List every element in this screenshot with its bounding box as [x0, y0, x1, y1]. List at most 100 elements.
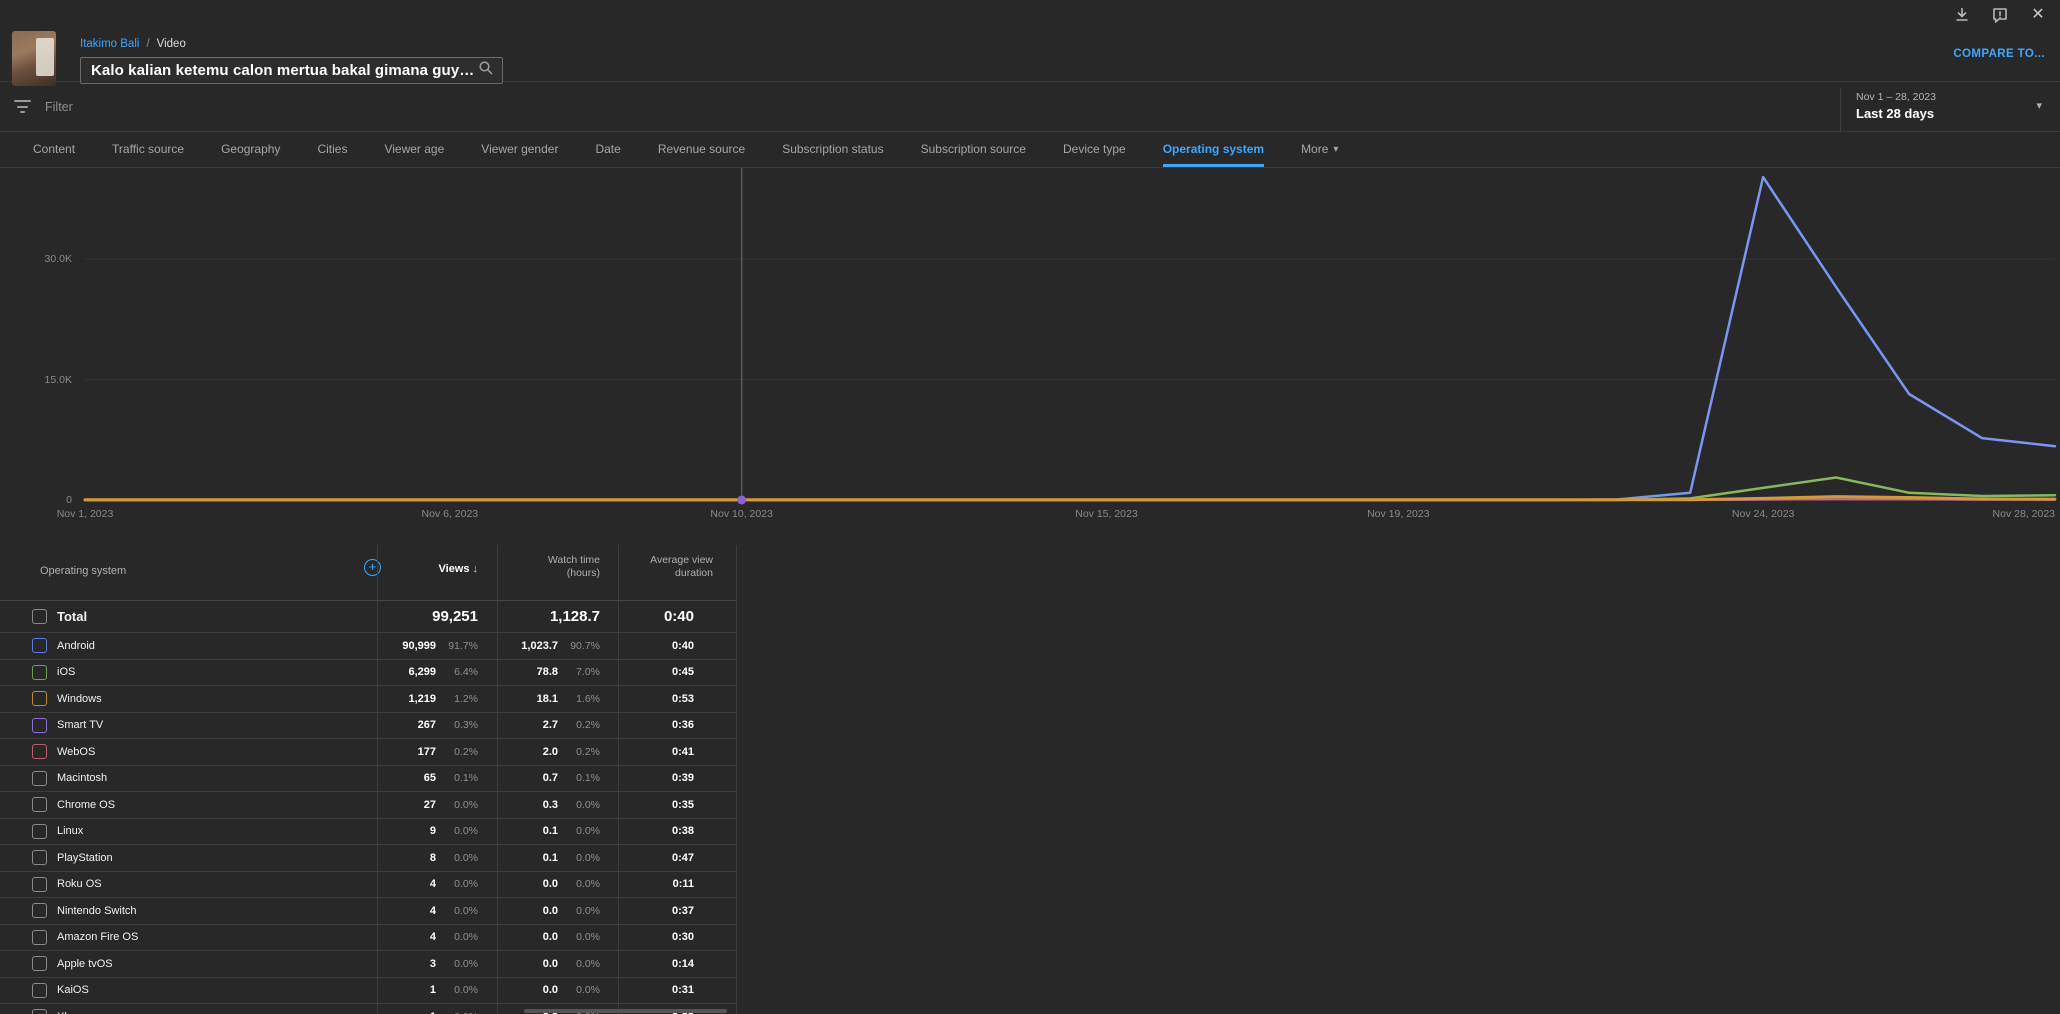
- watch-time-value: 0.0: [543, 958, 558, 970]
- table-row-apple-tvos[interactable]: Apple tvOS30.0%0.00.0%0:14: [0, 951, 737, 978]
- tab-content[interactable]: Content: [33, 132, 75, 167]
- y-axis-label: 30.0K: [12, 253, 72, 265]
- watch-time-percent: 0.0%: [558, 984, 600, 996]
- table-row-android[interactable]: Android90,99991.7%1,023.790.7%0:40: [0, 633, 737, 660]
- watch-time-value: 0.0: [543, 984, 558, 996]
- watch-time-value: 1,023.7: [521, 640, 558, 652]
- table-row-ios[interactable]: iOS6,2996.4%78.87.0%0:45: [0, 660, 737, 687]
- tab-viewer-age[interactable]: Viewer age: [384, 132, 444, 167]
- breadcrumb-channel-link[interactable]: Itakimo Bali: [80, 38, 139, 50]
- os-name: Macintosh: [57, 772, 107, 784]
- column-header-views[interactable]: Views↓: [377, 563, 497, 575]
- x-axis-label: Nov 1, 2023: [57, 508, 114, 520]
- row-checkbox[interactable]: [32, 797, 47, 812]
- table-row-nintendo-switch[interactable]: Nintendo Switch40.0%0.00.0%0:37: [0, 898, 737, 925]
- watch-time-percent: 0.0%: [558, 799, 600, 811]
- watch-time-percent: 0.0%: [558, 878, 600, 890]
- total-row-checkbox[interactable]: [32, 609, 47, 624]
- video-title: Kalo kalian ketemu calon mertua bakal gi…: [91, 62, 478, 79]
- tab-date[interactable]: Date: [595, 132, 620, 167]
- table-row-total[interactable]: Total 99,251 1,128.7 0:40: [0, 601, 737, 633]
- row-checkbox[interactable]: [32, 930, 47, 945]
- publish-date-marker-dot: [737, 496, 746, 505]
- views-percent: 0.0%: [436, 931, 478, 943]
- watch-time-value: 18.1: [537, 693, 558, 705]
- tab-subscription-source[interactable]: Subscription source: [921, 132, 1026, 167]
- row-checkbox[interactable]: [32, 771, 47, 786]
- horizontal-scrollbar[interactable]: [524, 1009, 727, 1013]
- row-checkbox[interactable]: [32, 903, 47, 918]
- breadcrumb: Itakimo Bali / Video: [80, 38, 186, 50]
- tab-more[interactable]: More ▾: [1301, 132, 1338, 167]
- dimension-tab-bar: Content Traffic source Geography Cities View…: [0, 132, 2060, 168]
- row-checkbox[interactable]: [32, 744, 47, 759]
- row-checkbox[interactable]: [32, 691, 47, 706]
- row-checkbox[interactable]: [32, 850, 47, 865]
- filter-button[interactable]: Filter: [14, 82, 73, 131]
- row-checkbox[interactable]: [32, 1009, 47, 1014]
- table-row-linux[interactable]: Linux90.0%0.10.0%0:38: [0, 819, 737, 846]
- table-row-smart-tv[interactable]: Smart TV2670.3%2.70.2%0:36: [0, 713, 737, 740]
- views-percent: 0.3%: [436, 719, 478, 731]
- views-percent: 6.4%: [436, 666, 478, 678]
- table-row-macintosh[interactable]: Macintosh650.1%0.70.1%0:39: [0, 766, 737, 793]
- tab-subscription-status[interactable]: Subscription status: [782, 132, 883, 167]
- row-checkbox[interactable]: [32, 665, 47, 680]
- column-header-avg-duration[interactable]: Average viewduration: [618, 554, 736, 580]
- tab-device-type[interactable]: Device type: [1063, 132, 1126, 167]
- avg-duration-value: 0:40: [618, 640, 736, 652]
- table-row-playstation[interactable]: PlayStation80.0%0.10.0%0:47: [0, 845, 737, 872]
- tab-cities[interactable]: Cities: [317, 132, 347, 167]
- views-percent: 0.0%: [436, 958, 478, 970]
- views-percent: 0.2%: [436, 746, 478, 758]
- video-thumbnail[interactable]: [12, 31, 56, 86]
- table-row-kaios[interactable]: KaiOS10.0%0.00.0%0:31: [0, 978, 737, 1005]
- watch-time-value: 0.1: [543, 852, 558, 864]
- chevron-down-icon: ▾: [1333, 144, 1338, 155]
- row-checkbox[interactable]: [32, 824, 47, 839]
- tab-label: More: [1301, 142, 1328, 156]
- search-icon[interactable]: [478, 60, 494, 81]
- compare-to-button[interactable]: COMPARE TO...: [1953, 48, 2045, 60]
- filter-bar: Filter Nov 1 – 28, 2023 Last 28 days ▾: [0, 82, 2060, 132]
- tab-traffic-source[interactable]: Traffic source: [112, 132, 184, 167]
- row-checkbox[interactable]: [32, 877, 47, 892]
- download-icon[interactable]: [1948, 4, 1976, 26]
- avg-duration-value: 0:14: [618, 958, 736, 970]
- table-row-windows[interactable]: Windows1,2191.2%18.11.6%0:53: [0, 686, 737, 713]
- watch-time-value: 0.0: [543, 931, 558, 943]
- views-percent: 0.0%: [436, 984, 478, 996]
- os-name: Smart TV: [57, 719, 103, 731]
- tab-viewer-gender[interactable]: Viewer gender: [481, 132, 558, 167]
- watch-time-percent: 0.1%: [558, 772, 600, 784]
- tab-label: Device type: [1063, 142, 1126, 156]
- row-checkbox[interactable]: [32, 638, 47, 653]
- table-row-roku-os[interactable]: Roku OS40.0%0.00.0%0:11: [0, 872, 737, 899]
- filter-label: Filter: [45, 100, 73, 114]
- total-avg-duration: 0:40: [618, 608, 736, 625]
- tab-revenue-source[interactable]: Revenue source: [658, 132, 745, 167]
- row-checkbox[interactable]: [32, 956, 47, 971]
- table-row-amazon-fire-os[interactable]: Amazon Fire OS40.0%0.00.0%0:30: [0, 925, 737, 952]
- watch-time-percent: 90.7%: [558, 640, 600, 652]
- row-checkbox[interactable]: [32, 983, 47, 998]
- x-axis-label: Nov 19, 2023: [1367, 508, 1429, 520]
- avg-duration-value: 0:31: [618, 984, 736, 996]
- date-range-selector[interactable]: Nov 1 – 28, 2023 Last 28 days ▾: [1841, 82, 2060, 131]
- tab-geography[interactable]: Geography: [221, 132, 280, 167]
- table-row-chrome-os[interactable]: Chrome OS270.0%0.30.0%0:35: [0, 792, 737, 819]
- os-name: Roku OS: [57, 878, 102, 890]
- tab-operating-system[interactable]: Operating system: [1163, 132, 1264, 167]
- os-name: Amazon Fire OS: [57, 931, 138, 943]
- os-name: WebOS: [57, 746, 95, 758]
- table-column-divider: [618, 545, 619, 1014]
- row-checkbox[interactable]: [32, 718, 47, 733]
- watch-time-value: 0.3: [543, 799, 558, 811]
- close-icon[interactable]: ✕: [2024, 4, 2052, 26]
- table-row-webos[interactable]: WebOS1770.2%2.00.2%0:41: [0, 739, 737, 766]
- feedback-icon[interactable]: [1986, 4, 2014, 26]
- video-title-search-field[interactable]: Kalo kalian ketemu calon mertua bakal gi…: [80, 57, 503, 84]
- series-line-ios: [85, 478, 2055, 501]
- views-percent: 0.0%: [436, 825, 478, 837]
- column-header-watch-time[interactable]: Watch time(hours): [497, 554, 618, 580]
